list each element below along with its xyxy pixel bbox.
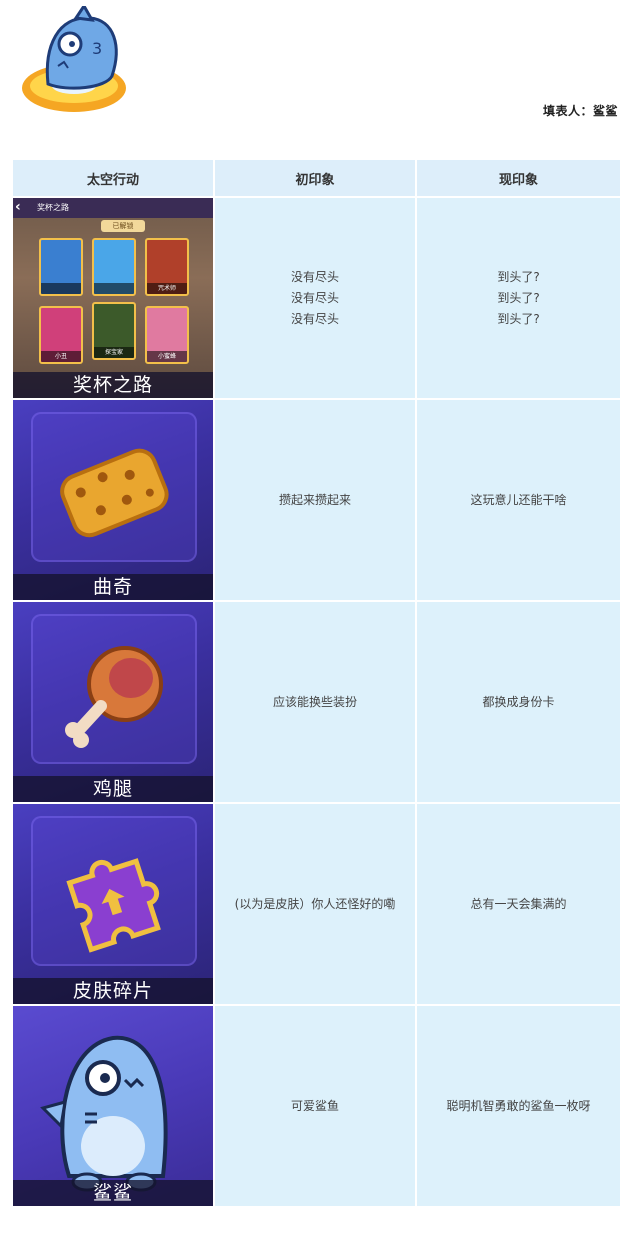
impression-table: 太空行动 初印象 现印象 奖杯之路 ‹ 已解锁 咒术师 小丑 探宝家 小蜜蜂 奖…: [13, 160, 620, 1208]
cookie-icon: [60, 448, 169, 538]
table-row: 鲨鲨 可爱鲨鱼 聪明机智勇敢的鲨鱼一枚呀: [13, 1006, 620, 1208]
cell-line: 应该能换些装扮: [272, 694, 357, 709]
current-impression-cell: 都换成身份卡: [417, 602, 620, 802]
table-row: 皮肤碎片 (以为是皮肤）你人还怪好的嘞 总有一天会集满的: [13, 804, 620, 1006]
character-card: 小蜜蜂: [145, 306, 189, 364]
thumb-caption: 曲奇: [13, 574, 213, 600]
character-card: [39, 238, 83, 296]
back-arrow-icon: ‹: [15, 199, 21, 215]
filler-label: 填表人：: [542, 104, 593, 118]
shark-mascot-logo: 3: [22, 6, 126, 112]
cell-line: 没有尽头: [290, 269, 339, 284]
first-impression-cell: 应该能换些装扮: [215, 602, 417, 802]
table-header-row: 太空行动 初印象 现印象: [13, 160, 620, 198]
shark-thumbnail: 鲨鲨: [13, 1006, 215, 1206]
cell-line: 都换成身份卡: [482, 694, 555, 709]
filler-name: 鲨鲨: [592, 104, 618, 118]
character-card: 小丑: [39, 306, 83, 364]
cell-line: 聪明机智勇敢的鲨鱼一枚呀: [446, 1098, 591, 1113]
thumb-caption: 奖杯之路: [13, 372, 213, 398]
cell-line: (以为是皮肤）你人还怪好的嘞: [234, 896, 396, 911]
cookie-thumbnail: 曲奇: [13, 400, 215, 600]
column-header: 现印象: [417, 160, 620, 196]
thumb-caption: 皮肤碎片: [13, 978, 213, 1004]
cell-line: 到头了?: [497, 269, 540, 284]
cell-line: 没有尽头: [290, 311, 339, 326]
cell-line: 攒起来攒起来: [278, 492, 351, 507]
trophy-road-thumbnail: 奖杯之路 ‹ 已解锁 咒术师 小丑 探宝家 小蜜蜂 奖杯之路: [13, 198, 215, 398]
first-impression-cell: 攒起来攒起来: [215, 400, 417, 600]
table-row: 奖杯之路 ‹ 已解锁 咒术师 小丑 探宝家 小蜜蜂 奖杯之路 没有尽头 没有尽头…: [13, 198, 620, 400]
table-row: 鸡腿 应该能换些装扮 都换成身份卡: [13, 602, 620, 804]
puzzle-piece-icon: [66, 858, 161, 953]
drumstick-thumbnail: 鸡腿: [13, 602, 215, 802]
current-impression-cell: 聪明机智勇敢的鲨鱼一枚呀: [417, 1006, 620, 1206]
thumb-title-bar: 奖杯之路: [13, 198, 213, 218]
cell-line: 到头了?: [497, 311, 540, 326]
thumb-title: 奖杯之路: [37, 203, 69, 212]
column-header: 太空行动: [13, 160, 215, 196]
cell-line: 这玩意儿还能干啥: [470, 492, 567, 507]
character-card: 咒术师: [145, 238, 189, 296]
cell-line: 可爱鲨鱼: [290, 1098, 339, 1113]
table-row: 曲奇 攒起来攒起来 这玩意儿还能干啥: [13, 400, 620, 602]
form-filler: 填表人：鲨鲨: [543, 102, 618, 119]
drumstick-icon: [65, 646, 163, 748]
first-impression-cell: 可爱鲨鱼: [215, 1006, 417, 1206]
skin-fragment-thumbnail: 皮肤碎片: [13, 804, 215, 1004]
cell-line: 到头了?: [497, 290, 540, 305]
thumb-unlocked-label: 已解锁: [101, 220, 145, 232]
thumb-caption: 鲨鲨: [13, 1180, 213, 1206]
current-impression-cell: 总有一天会集满的: [417, 804, 620, 1004]
character-card: [92, 238, 136, 296]
character-card: 探宝家: [92, 302, 136, 360]
shark-character-icon: [40, 1035, 168, 1192]
current-impression-cell: 到头了? 到头了? 到头了?: [417, 198, 620, 398]
first-impression-cell: (以为是皮肤）你人还怪好的嘞: [215, 804, 417, 1004]
cell-line: 没有尽头: [290, 290, 339, 305]
column-header: 初印象: [215, 160, 417, 196]
cell-line: 总有一天会集满的: [470, 896, 567, 911]
first-impression-cell: 没有尽头 没有尽头 没有尽头: [215, 198, 417, 398]
thumb-caption: 鸡腿: [13, 776, 213, 802]
current-impression-cell: 这玩意儿还能干啥: [417, 400, 620, 600]
svg-text:3: 3: [92, 39, 102, 58]
